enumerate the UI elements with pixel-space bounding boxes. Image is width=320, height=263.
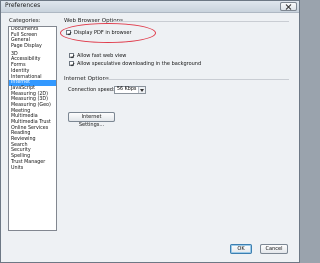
- close-icon: [285, 4, 292, 10]
- fast-web-view-label[interactable]: Allow fast web view: [77, 53, 126, 59]
- internet-options-heading: Internet Options: [64, 76, 109, 82]
- checkmark-icon: [67, 31, 72, 36]
- list-item-units[interactable]: Units: [9, 166, 56, 172]
- categories-list[interactable]: Documents Full Screen General Page Displ…: [8, 26, 57, 231]
- display-pdf-checkbox[interactable]: [66, 30, 72, 36]
- dropdown-arrow[interactable]: [138, 87, 145, 93]
- chevron-down-icon: [140, 88, 144, 92]
- ok-button[interactable]: OK: [230, 244, 252, 254]
- connection-speed-value: 56 Kbps: [117, 87, 137, 92]
- checkmark-icon: [70, 62, 75, 67]
- checkmark-icon: [70, 54, 75, 59]
- preferences-window: Preferences Categories: Documents Full S…: [0, 0, 300, 263]
- fast-web-view-checkbox[interactable]: [69, 53, 75, 59]
- internet-settings-button[interactable]: Internet Settings...: [68, 112, 115, 128]
- list-item-multimedia-trust[interactable]: Multimedia Trust: [9, 120, 56, 126]
- categories-label: Categories:: [9, 18, 41, 24]
- section-divider: [113, 21, 289, 22]
- cancel-button[interactable]: Cancel: [260, 244, 288, 254]
- connection-speed-label: Connection speed:: [68, 87, 115, 93]
- section-divider: [104, 79, 289, 80]
- list-item-measuring-geo[interactable]: Measuring (Geo): [9, 103, 56, 109]
- speculative-downloading-checkbox[interactable]: [69, 61, 75, 67]
- title-bar[interactable]: Preferences: [1, 1, 299, 13]
- connection-speed-select[interactable]: 56 Kbps: [114, 86, 146, 94]
- window-title: Preferences: [5, 2, 41, 9]
- close-button[interactable]: [280, 2, 297, 11]
- display-pdf-label[interactable]: Display PDF in browser: [74, 30, 132, 36]
- speculative-downloading-label[interactable]: Allow speculative downloading in the bac…: [77, 61, 201, 67]
